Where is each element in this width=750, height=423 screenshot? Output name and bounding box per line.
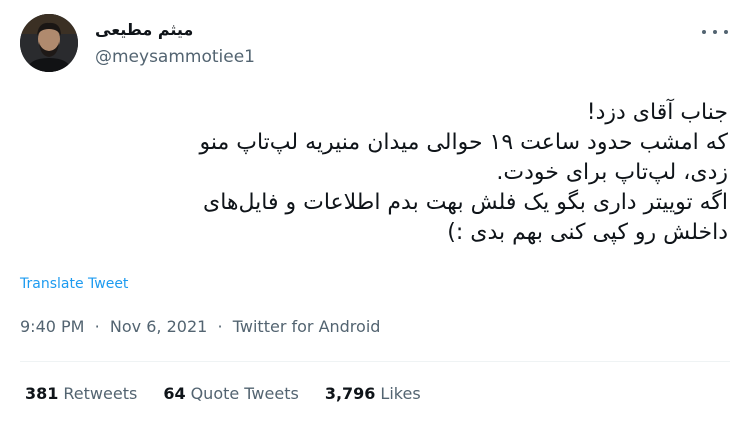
tweet-time[interactable]: 9:40 PM [20,317,84,336]
meta-separator: · [89,317,105,336]
meta-separator: · [212,317,228,336]
tweet-text-line: داخلش رو کپی کنی بهم بدی :) [447,220,728,245]
tweet-text-line: زدی، لپ‌تاپ برای خودت. [496,160,728,185]
quote-tweets-stat[interactable]: 64 Quote Tweets [163,384,299,403]
retweets-label: Retweets [63,384,138,403]
avatar-photo [20,14,78,72]
quote-tweets-label: Quote Tweets [190,384,299,403]
tweet-date[interactable]: Nov 6, 2021 [110,317,207,336]
translate-tweet-link[interactable]: Translate Tweet [20,276,128,292]
more-horizontal-icon-dot [724,30,728,34]
more-horizontal-icon [702,30,706,34]
retweets-stat[interactable]: 381 Retweets [25,384,137,403]
tweet-text: جناب آقای دزد! که امشب حدود ساعت ۱۹ حوال… [28,98,728,248]
author-display-name[interactable]: میثم مطیعی [95,20,193,39]
tweet-metadata: 9:40 PM · Nov 6, 2021 · Twitter for Andr… [20,317,380,336]
likes-label: Likes [380,384,421,403]
likes-stat[interactable]: 3,796 Likes [325,384,421,403]
tweet-text-line: اگه توییتر داری بگو یک فلش بهت بدم اطلاع… [203,190,728,215]
quote-tweets-count: 64 [163,384,186,403]
avatar[interactable] [20,14,78,72]
tweet-source[interactable]: Twitter for Android [233,317,381,336]
tweet-text-line: جناب آقای دزد! [586,100,728,125]
more-options-button[interactable] [702,24,728,40]
author-handle[interactable]: @meysammotiee1 [95,47,255,67]
likes-count: 3,796 [324,384,376,403]
divider [20,361,730,362]
retweets-count: 381 [25,384,59,403]
tweet-card: میثم مطیعی @meysammotiee1 جناب آقای دزد!… [0,0,750,423]
more-horizontal-icon-dot [713,30,717,34]
tweet-stats: 381 Retweets 64 Quote Tweets 3,796 Likes [25,384,421,403]
tweet-text-line: که امشب حدود ساعت ۱۹ حوالی میدان منیریه … [199,130,728,155]
